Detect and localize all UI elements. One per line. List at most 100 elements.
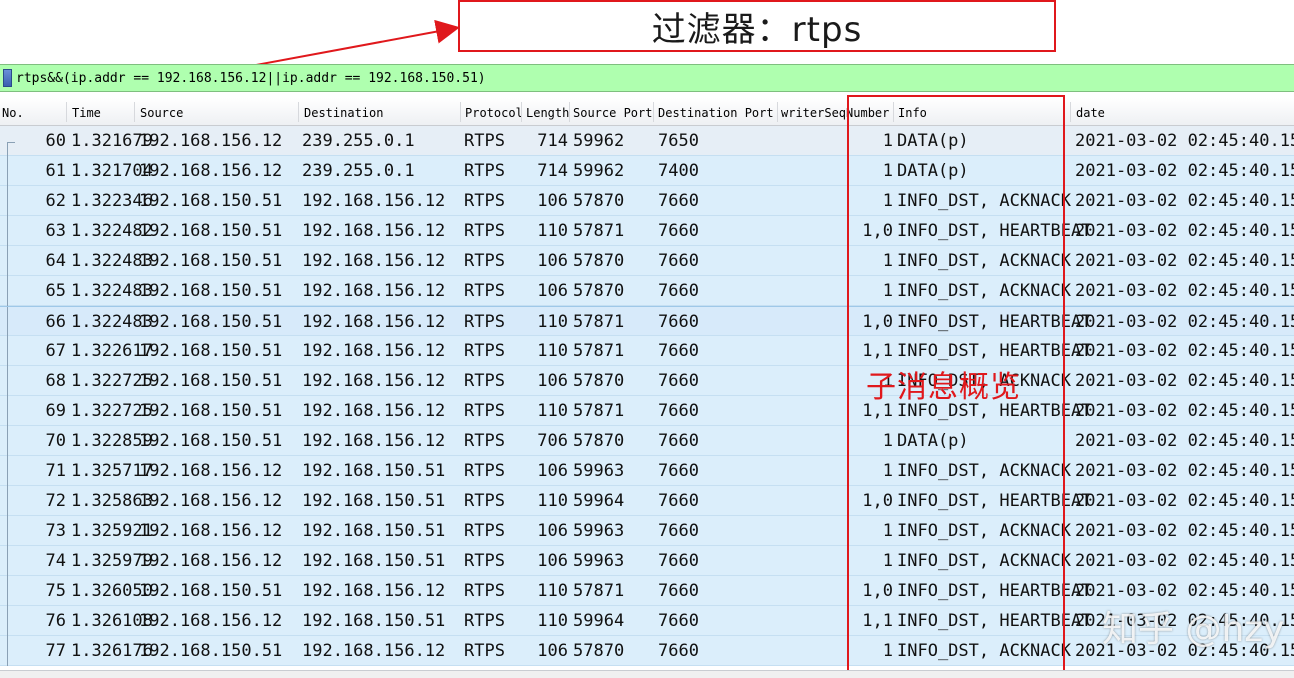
cell-destination: 192.168.156.12 (302, 401, 446, 421)
cell-writer-seq-number: 1,0 (862, 312, 893, 332)
cell-destination: 192.168.156.12 (302, 431, 446, 451)
cell-source-port: 59962 (573, 131, 625, 151)
conversation-bracket-line (7, 307, 8, 337)
cell-length: 110 (537, 312, 568, 332)
packet-row[interactable]: 64 1.322483 192.168.150.51 192.168.156.12 RT… (0, 246, 1294, 276)
cell-no: 67 (45, 341, 66, 361)
conversation-bracket-line (7, 276, 8, 306)
packet-row[interactable]: 71 1.325717 192.168.156.12 192.168.150.51 RT… (0, 456, 1294, 486)
cell-no: 62 (45, 191, 66, 211)
cell-no: 74 (45, 551, 66, 571)
conversation-bracket-line (7, 486, 8, 516)
cell-source-port: 59963 (573, 551, 625, 571)
cell-destination-port: 7660 (658, 341, 699, 361)
column-header-info[interactable]: Info (898, 104, 927, 122)
column-header-writer-seq-number[interactable]: writerSeqNumber (781, 104, 889, 122)
conversation-bracket-line (7, 186, 8, 216)
cell-source-port: 57871 (573, 341, 625, 361)
packet-row[interactable]: 65 1.322483 192.168.150.51 192.168.156.12 RT… (0, 276, 1294, 306)
cell-protocol: RTPS (464, 581, 505, 601)
column-header-source-port[interactable]: Source Port (573, 104, 652, 122)
packet-row[interactable]: 74 1.325979 192.168.156.12 192.168.150.51 RT… (0, 546, 1294, 576)
cell-length: 714 (537, 131, 568, 151)
packet-rows: 60 1.321679 192.168.156.12 239.255.0.1 RTPS 7… (0, 126, 1294, 666)
cell-destination: 192.168.150.51 (302, 521, 446, 541)
cell-info: DATA(p) (897, 131, 969, 151)
cell-writer-seq-number: 1 (882, 431, 893, 451)
cell-source: 192.168.150.51 (139, 191, 283, 211)
conversation-bracket-line (7, 426, 8, 456)
packet-row[interactable]: 69 1.322725 192.168.150.51 192.168.156.12 RT… (0, 396, 1294, 426)
cell-source: 192.168.156.12 (139, 161, 283, 181)
column-header-length[interactable]: Length (526, 104, 569, 122)
cell-destination-port: 7660 (658, 461, 699, 481)
cell-length: 110 (537, 341, 568, 361)
cell-source: 192.168.150.51 (139, 581, 283, 601)
cell-source-port: 59962 (573, 161, 625, 181)
cell-protocol: RTPS (464, 161, 505, 181)
column-header-no[interactable]: No. (2, 104, 24, 122)
packet-row[interactable]: 75 1.326050 192.168.150.51 192.168.156.12 RT… (0, 576, 1294, 606)
cell-writer-seq-number: 1 (882, 551, 893, 571)
cell-info: INFO_DST, HEARTBEAT (897, 581, 1092, 601)
cell-destination-port: 7660 (658, 221, 699, 241)
cell-source-port: 57871 (573, 221, 625, 241)
cell-destination-port: 7660 (658, 581, 699, 601)
cell-length: 106 (537, 551, 568, 571)
cell-time: 1.325921 (71, 521, 153, 541)
cell-source-port: 57870 (573, 281, 625, 301)
cell-protocol: RTPS (464, 521, 505, 541)
packet-row[interactable]: 72 1.325863 192.168.156.12 192.168.150.51 RT… (0, 486, 1294, 516)
cell-destination-port: 7660 (658, 551, 699, 571)
cell-protocol: RTPS (464, 461, 505, 481)
cell-source: 192.168.150.51 (139, 281, 283, 301)
column-header-date[interactable]: date (1076, 104, 1105, 122)
cell-writer-seq-number: 1,0 (862, 491, 893, 511)
packet-row[interactable]: 77 1.326176 192.168.150.51 192.168.156.12 RT… (0, 636, 1294, 666)
cell-destination-port: 7660 (658, 521, 699, 541)
cell-destination: 192.168.156.12 (302, 281, 446, 301)
packet-row[interactable]: 68 1.322725 192.168.150.51 192.168.156.12 RT… (0, 366, 1294, 396)
cell-no: 69 (45, 401, 66, 421)
column-header-source[interactable]: Source (140, 104, 183, 122)
packet-row[interactable]: 60 1.321679 192.168.156.12 239.255.0.1 RTPS 7… (0, 126, 1294, 156)
cell-source: 192.168.150.51 (139, 341, 283, 361)
cell-destination: 192.168.150.51 (302, 551, 446, 571)
cell-info: INFO_DST, ACKNACK (897, 281, 1071, 301)
cell-protocol: RTPS (464, 131, 505, 151)
cell-source-port: 59964 (573, 491, 625, 511)
cell-writer-seq-number: 1 (882, 461, 893, 481)
cell-date: 2021-03-02 02:45:40.155879 (1075, 341, 1294, 361)
column-header-destination[interactable]: Destination (304, 104, 383, 122)
cell-time: 1.322725 (71, 371, 153, 391)
cell-no: 73 (45, 521, 66, 541)
cell-writer-seq-number: 1,1 (862, 611, 893, 631)
cell-destination-port: 7660 (658, 312, 699, 332)
cell-destination-port: 7660 (658, 401, 699, 421)
packet-row[interactable]: 73 1.325921 192.168.156.12 192.168.150.51 RT… (0, 516, 1294, 546)
packet-row[interactable]: 61 1.321704 192.168.156.12 239.255.0.1 RTPS 7… (0, 156, 1294, 186)
column-header-destination-port[interactable]: Destination Port (658, 104, 774, 122)
packet-row[interactable]: 67 1.322617 192.168.150.51 192.168.156.12 RT… (0, 336, 1294, 366)
filter-callout-box: 过滤器：rtps (458, 0, 1056, 52)
bookmark-icon[interactable] (3, 69, 12, 87)
cell-date: 2021-03-02 02:45:40.155608 (1075, 191, 1294, 211)
cell-destination: 192.168.156.12 (302, 581, 446, 601)
cell-destination-port: 7660 (658, 641, 699, 661)
packet-row[interactable]: 66 1.322483 192.168.150.51 192.168.156.12 RT… (0, 306, 1294, 337)
cell-info: INFO_DST, ACKNACK (897, 551, 1071, 571)
cell-info: INFO_DST, HEARTBEAT (897, 221, 1092, 241)
display-filter-input[interactable] (16, 67, 1294, 89)
packet-row[interactable]: 62 1.322346 192.168.150.51 192.168.156.12 RT… (0, 186, 1294, 216)
column-header-protocol[interactable]: Protocol (465, 104, 523, 122)
cell-no: 68 (45, 371, 66, 391)
cell-source: 192.168.156.12 (139, 461, 283, 481)
packet-row[interactable]: 76 1.326108 192.168.156.12 192.168.150.51 RT… (0, 606, 1294, 636)
column-header-time[interactable]: Time (72, 104, 101, 122)
packet-row[interactable]: 63 1.322482 192.168.150.51 192.168.156.12 RT… (0, 216, 1294, 246)
cell-protocol: RTPS (464, 251, 505, 271)
cell-length: 110 (537, 491, 568, 511)
cell-source: 192.168.156.12 (139, 521, 283, 541)
packet-row[interactable]: 70 1.322859 192.168.150.51 192.168.156.12 RT… (0, 426, 1294, 456)
cell-info: INFO_DST, ACKNACK (897, 521, 1071, 541)
